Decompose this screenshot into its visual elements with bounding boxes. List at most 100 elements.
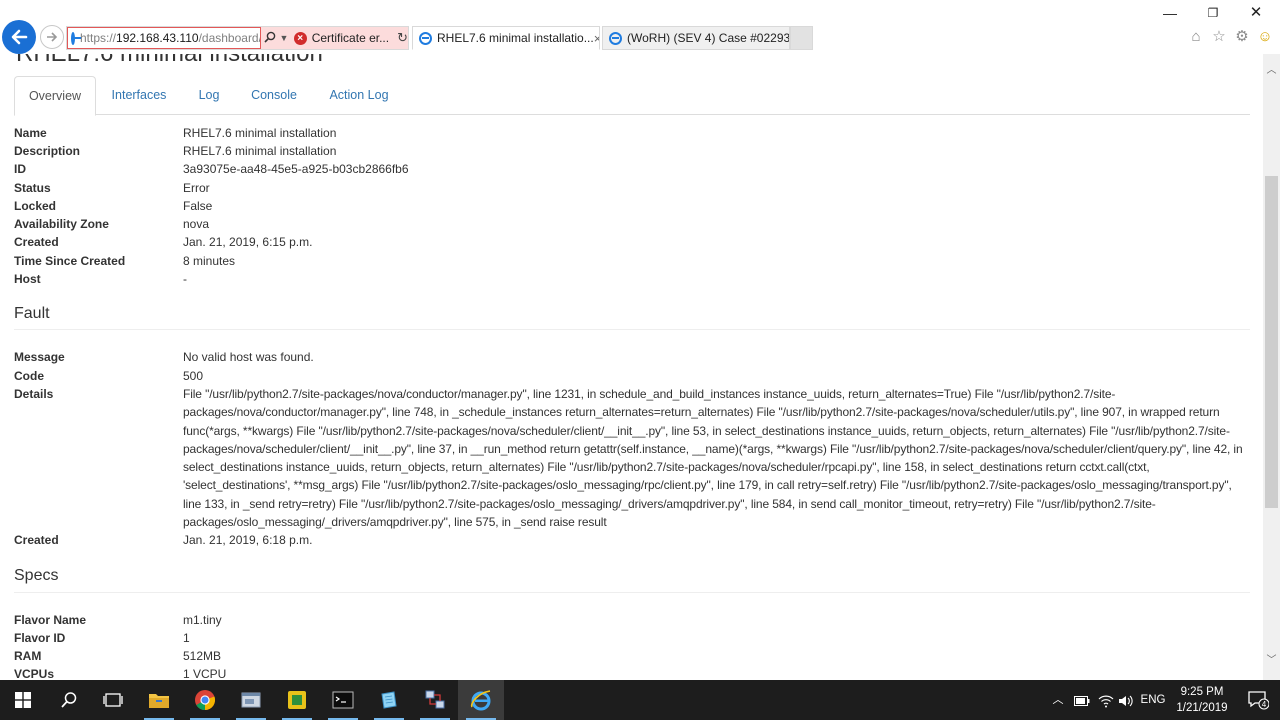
browser-chrome: https://192.168.43.110/dashboard/p ▼ × C…: [0, 0, 1280, 54]
back-button[interactable]: [2, 20, 36, 54]
internet-explorer-taskbar-button[interactable]: [458, 680, 504, 720]
task-view-button[interactable]: [90, 680, 136, 720]
notification-count: 4: [1262, 700, 1267, 709]
chevron-down-icon[interactable]: ▼: [278, 33, 289, 43]
notepad-taskbar-button[interactable]: [366, 680, 412, 720]
feedback-smiley-icon[interactable]: ☺: [1256, 28, 1274, 46]
gear-icon[interactable]: ⚙: [1233, 28, 1251, 46]
field-value: False: [183, 199, 213, 213]
field-value: Jan. 21, 2019, 6:15 p.m.: [183, 235, 313, 249]
command-prompt-taskbar-button[interactable]: [320, 680, 366, 720]
favorites-star-icon[interactable]: ☆: [1210, 28, 1228, 46]
notepad-icon: [381, 691, 397, 709]
clock-time: 9:25 PM: [1180, 686, 1224, 698]
error-icon: ×: [293, 31, 307, 45]
field-label: RAM: [14, 649, 42, 663]
browser-tab-active[interactable]: RHEL7.6 minimal installatio... ×: [412, 26, 600, 50]
ie-favicon-icon: [419, 31, 432, 45]
field-value: 500: [183, 369, 204, 383]
certificate-error-label: Certificate er...: [311, 31, 390, 45]
new-tab-button[interactable]: [790, 26, 813, 50]
field-label: Created: [14, 533, 59, 547]
browser-tab-label: (WoRH) (SEV 4) Case #0229307...: [627, 31, 790, 45]
tab-log[interactable]: Log: [194, 76, 224, 115]
field-value: 1: [183, 631, 190, 645]
field-value: No valid host was found.: [183, 350, 314, 364]
url-host: 192.168.43.110: [116, 31, 199, 45]
search-icon: [61, 692, 77, 708]
refresh-icon[interactable]: ↻: [397, 30, 408, 46]
clock-date: 1/21/2019: [1176, 702, 1228, 714]
field-label: Flavor ID: [14, 631, 66, 645]
field-label: Time Since Created: [14, 254, 126, 268]
field-label: Description: [14, 144, 81, 158]
divider: [14, 329, 1250, 330]
field-label: Message: [14, 350, 65, 364]
close-tab-icon[interactable]: ×: [594, 31, 599, 46]
action-center-button[interactable]: 4: [1236, 680, 1280, 720]
scroll-up-icon[interactable]: ︿: [1263, 64, 1280, 78]
field-value: 512MB: [183, 649, 222, 663]
restore-button[interactable]: ❐: [1203, 5, 1223, 21]
ie-favicon-icon: [71, 31, 81, 45]
tab-overview[interactable]: Overview: [14, 76, 96, 116]
arrow-right-icon: [47, 32, 58, 42]
field-value: 3a93075e-aa48-45e5-a925-b03cb2866fb6: [183, 162, 409, 176]
page-title: RHEL7.6 minimal installation: [16, 54, 323, 68]
terminal-icon: [332, 691, 354, 709]
url-path: /dashboard/p: [198, 31, 260, 45]
minimize-button[interactable]: —: [1160, 5, 1180, 21]
folder-icon: [149, 694, 169, 708]
instance-tabs: Overview Interfaces Log Console Action L…: [14, 76, 1250, 116]
address-bar[interactable]: https://192.168.43.110/dashboard/p ▼ × C…: [66, 26, 409, 50]
browser-tab[interactable]: (WoRH) (SEV 4) Case #0229307...: [602, 26, 790, 50]
volume-icon[interactable]: [1116, 680, 1136, 720]
tool-app-taskbar-button[interactable]: [228, 680, 274, 720]
wifi-icon[interactable]: [1096, 680, 1116, 720]
forward-button[interactable]: [40, 25, 64, 49]
field-value: nova: [183, 217, 210, 231]
app-window-icon: [241, 692, 261, 708]
input-language[interactable]: ENG: [1140, 680, 1166, 720]
field-label: Availability Zone: [14, 217, 109, 231]
network-app-taskbar-button[interactable]: [412, 680, 458, 720]
tab-action-log[interactable]: Action Log: [324, 76, 394, 115]
show-hidden-icons-button[interactable]: ︿: [1048, 680, 1068, 720]
field-label: Host: [14, 272, 41, 286]
field-label: Flavor Name: [14, 613, 87, 627]
field-value: -: [183, 272, 187, 286]
field-value: RHEL7.6 minimal installation: [183, 144, 337, 158]
taskbar-search-button[interactable]: [46, 680, 92, 720]
yellow-app-taskbar-button[interactable]: [274, 680, 320, 720]
start-button[interactable]: [0, 680, 46, 720]
system-clock[interactable]: 9:25 PM 1/21/2019: [1172, 684, 1232, 716]
scroll-down-icon[interactable]: ﹀: [1263, 654, 1280, 668]
close-window-button[interactable]: ✕: [1246, 5, 1266, 21]
fault-details-traceback: File "/usr/lib/python2.7/site-packages/n…: [183, 387, 1243, 530]
windows-taskbar: ︿ ENG 9:25 PM 1/21/2019 4: [0, 680, 1280, 720]
scrollbar-thumb[interactable]: [1265, 176, 1278, 508]
certificate-error-button[interactable]: × Certificate er...: [290, 31, 389, 45]
field-value: Error: [183, 181, 210, 195]
field-value: m1.tiny: [183, 613, 222, 627]
field-value: Jan. 21, 2019, 6:18 p.m.: [183, 533, 313, 547]
battery-icon[interactable]: [1072, 680, 1092, 720]
home-icon[interactable]: ⌂: [1187, 28, 1205, 46]
vertical-scrollbar[interactable]: ︿ ﹀: [1263, 54, 1280, 680]
field-label: Status: [14, 181, 51, 195]
search-icon[interactable]: [261, 31, 278, 46]
specs-heading: Specs: [14, 567, 59, 584]
fault-heading: Fault: [14, 305, 50, 322]
network-icon: [425, 690, 445, 709]
url-field[interactable]: https://192.168.43.110/dashboard/p: [67, 27, 261, 49]
chrome-icon: [195, 690, 216, 711]
field-label: Name: [14, 126, 47, 140]
field-label: Details: [14, 387, 54, 401]
field-label: Locked: [14, 199, 57, 213]
field-value: RHEL7.6 minimal installation: [183, 126, 337, 140]
file-explorer-taskbar-button[interactable]: [136, 680, 182, 720]
tab-console[interactable]: Console: [244, 76, 304, 115]
arrow-left-icon: [11, 29, 28, 45]
tab-interfaces[interactable]: Interfaces: [104, 76, 174, 115]
chrome-taskbar-button[interactable]: [182, 680, 228, 720]
